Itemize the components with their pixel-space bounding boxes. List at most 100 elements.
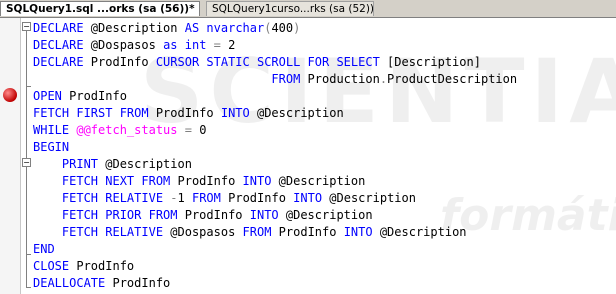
code-token: @Dospasos	[163, 225, 243, 239]
code-token: @Description	[249, 106, 344, 120]
code-token: @@fetch_status	[76, 123, 178, 137]
outline-tick	[26, 254, 31, 255]
code-line[interactable]: OPEN ProdInfo	[33, 88, 517, 105]
code-token: @Description	[322, 191, 416, 205]
code-line[interactable]: FETCH FIRST FROM ProdInfo INTO @Descript…	[33, 105, 517, 122]
document-tab-bar: SQLQuery1.sql ...orks (sa (56))* SQLQuer…	[0, 0, 616, 18]
code-token: -	[170, 191, 178, 205]
code-token: ProdInfo	[61, 89, 127, 103]
code-token: nvarchar	[206, 21, 265, 35]
outline-tick	[26, 86, 31, 87]
code-token: FETCH RELATIVE	[61, 225, 164, 239]
code-token: =	[213, 38, 221, 52]
tab-label: SQLQuery1curso...rks (sa (52))*	[212, 3, 374, 15]
code-token: ProductDescription	[387, 72, 518, 86]
code-line[interactable]: BEGIN	[33, 139, 517, 156]
code-token: BEGIN	[33, 140, 70, 154]
code-token: CLOSE	[33, 259, 70, 273]
code-line[interactable]: END	[33, 241, 517, 258]
tab-sqlquery1-active[interactable]: SQLQuery1.sql ...orks (sa (56))*	[0, 1, 200, 16]
code-token: 0	[191, 123, 207, 137]
code-token: ProdInfo	[105, 276, 171, 290]
breakpoint-icon[interactable]	[3, 88, 17, 102]
code-token: ProdInfo	[170, 174, 243, 188]
code-token: =	[184, 123, 192, 137]
code-token: @Description	[83, 21, 185, 35]
code-token: Production	[300, 72, 380, 86]
code-token: FROM	[271, 72, 301, 86]
code-line[interactable]: PRINT @Description	[33, 156, 517, 173]
code-token: INTO	[293, 191, 323, 205]
code-token: FETCH NEXT FROM	[61, 174, 171, 188]
code-token: )	[293, 21, 301, 35]
code-line[interactable]: DEALLOCATE ProdInfo	[33, 275, 517, 292]
code-line[interactable]: FETCH PRIOR FROM ProdInfo INTO @Descript…	[33, 207, 517, 224]
code-token: ProdInfo	[83, 55, 156, 69]
code-line[interactable]: DECLARE @Description AS nvarchar(400)	[33, 20, 517, 37]
code-token: WHILE	[33, 123, 70, 137]
gutter-divider	[20, 18, 21, 294]
code-token: DECLARE	[33, 55, 84, 69]
code-token: @Description	[372, 225, 467, 239]
code-line[interactable]: FROM Production.ProductDescription	[33, 71, 517, 88]
code-line[interactable]: FETCH NEXT FROM ProdInfo INTO @Descripti…	[33, 173, 517, 190]
code-token: FETCH FIRST FROM	[33, 106, 149, 120]
outline-tick	[26, 287, 31, 288]
sql-code-editor[interactable]: − − SCIENTIA formáticas DECLARE @Descrip…	[0, 18, 616, 294]
code-line[interactable]: CLOSE ProdInfo	[33, 258, 517, 275]
code-line[interactable]: DECLARE ProdInfo CURSOR STATIC SCROLL FO…	[33, 54, 517, 71]
code-token: INTO	[249, 208, 279, 222]
collapse-toggle-icon[interactable]: −	[22, 22, 31, 31]
code-token: @Description	[98, 157, 192, 171]
code-token: @Description	[278, 208, 373, 222]
code-token: 400	[271, 21, 294, 35]
code-line[interactable]: FETCH RELATIVE -1 FROM ProdInfo INTO @De…	[33, 190, 517, 207]
code-token: INTO	[343, 225, 373, 239]
code-token: INTO	[220, 106, 250, 120]
code-token: ProdInfo	[69, 259, 135, 273]
code-token: END	[33, 242, 55, 256]
code-token: FETCH PRIOR FROM	[61, 208, 178, 222]
code-token: INTO	[242, 174, 272, 188]
code-line[interactable]: DECLARE @Dospasos as int = 2	[33, 37, 517, 54]
code-token: 2	[220, 38, 236, 52]
collapse-toggle-icon[interactable]: −	[22, 158, 31, 167]
code-token: ProdInfo	[177, 208, 250, 222]
code-token: @Dospasos	[83, 38, 164, 52]
code-token: OPEN	[33, 89, 62, 103]
code-token: PRINT	[61, 157, 99, 171]
editor-gutter[interactable]	[0, 18, 20, 294]
code-token: [Description]	[379, 55, 481, 69]
code-token: FETCH RELATIVE	[61, 191, 164, 205]
code-token: CURSOR STATIC SCROLL FOR SELECT	[155, 55, 380, 69]
code-token: int	[184, 38, 207, 52]
code-lines[interactable]: DECLARE @Description AS nvarchar(400) DEC…	[33, 20, 517, 292]
code-token: DECLARE	[33, 21, 84, 35]
code-line[interactable]: FETCH RELATIVE @Dospasos FROM ProdInfo I…	[33, 224, 517, 241]
code-token: DECLARE	[33, 38, 84, 52]
code-token: DEALLOCATE	[33, 276, 106, 290]
code-token: ProdInfo	[148, 106, 221, 120]
code-line[interactable]: WHILE @@fetch_status = 0	[33, 122, 517, 139]
tab-label: SQLQuery1.sql ...orks (sa (56))*	[6, 3, 195, 15]
code-token: FROM	[191, 191, 221, 205]
code-token: ProdInfo	[271, 225, 344, 239]
code-token: ProdInfo	[220, 191, 294, 205]
code-token: as	[163, 38, 178, 52]
code-token: @Description	[271, 174, 366, 188]
code-token: FROM	[242, 225, 272, 239]
outline-bar	[26, 24, 27, 288]
code-token: AS	[184, 21, 200, 35]
code-token: .	[379, 72, 388, 86]
code-token: 1	[177, 191, 192, 205]
tab-sqlquery1curso[interactable]: SQLQuery1curso...rks (sa (52))*	[206, 1, 374, 16]
